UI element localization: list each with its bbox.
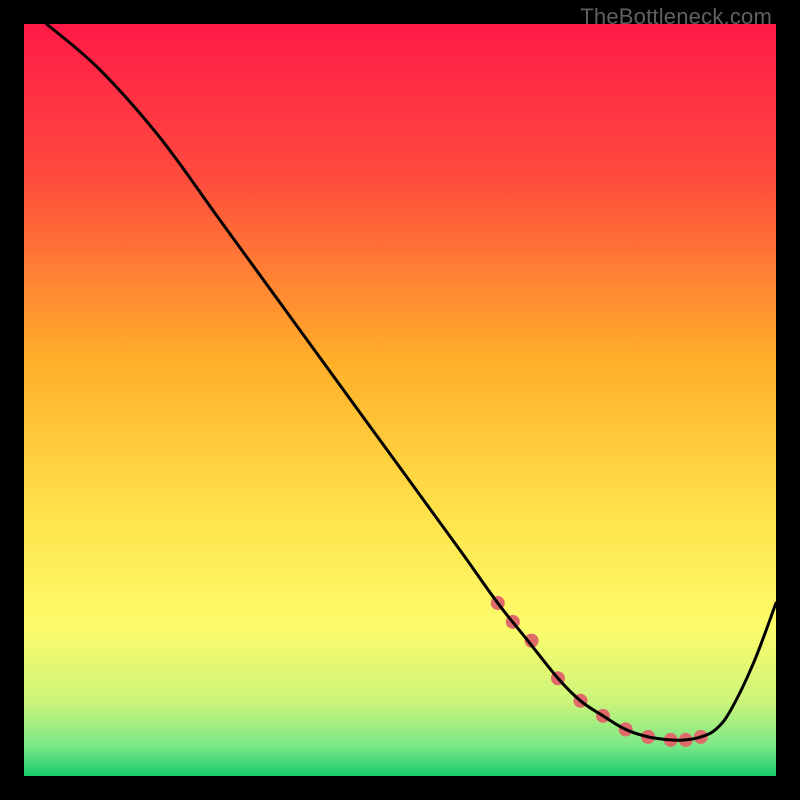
gradient-background — [24, 24, 776, 776]
watermark-text: TheBottleneck.com — [580, 4, 772, 30]
chart-frame — [24, 24, 776, 776]
chart-svg — [24, 24, 776, 776]
